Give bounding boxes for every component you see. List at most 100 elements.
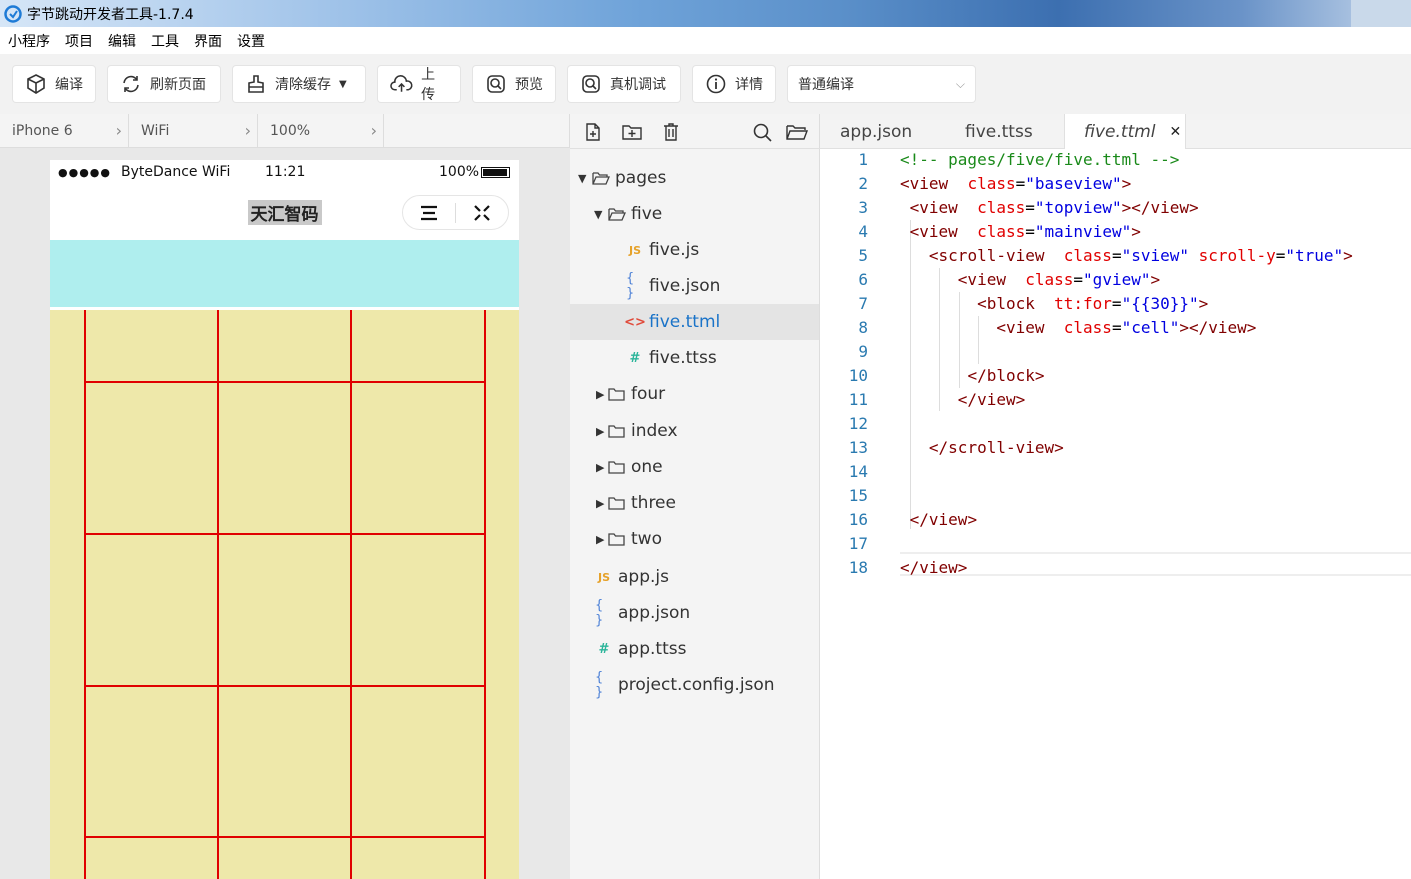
grid-line-horizontal [84,685,486,687]
code-token: class [977,198,1026,217]
code-token: = [1111,318,1122,337]
menu-settings[interactable]: 设置 [237,31,265,51]
tree-file-five-js[interactable]: JS five.js [570,232,819,268]
code-token: > [1121,174,1132,193]
tree-file-app-ttss[interactable]: # app.ttss [570,631,819,667]
details-button[interactable]: 详情 [693,66,775,102]
more-menu-button[interactable] [403,196,455,229]
code-line[interactable]: 8 <view class="cell"></view> [820,316,1411,340]
code-token: </view> [900,558,968,577]
code-line[interactable]: 14 [820,460,1411,484]
tree-file-app-js[interactable]: JS app.js [570,559,819,595]
js-file-icon: JS [628,243,641,257]
chevron-right-icon: › [370,121,377,140]
menu-miniprogram[interactable]: 小程序 [8,31,50,51]
trash-icon[interactable] [661,122,681,142]
tree-folder-pages[interactable]: ▼ pages [570,160,819,196]
refresh-page-button[interactable]: 刷新页面 [108,66,220,102]
tree-file-app-json[interactable]: { } app.json [570,595,819,631]
tree-label: one [631,457,663,477]
signal-dots: ●●●●● [58,165,111,179]
line-number: 16 [848,510,868,529]
tree-label: five [631,204,663,224]
file-explorer: ▼ pages ▼ five JS five.js { } five.json … [570,114,820,879]
code-line[interactable]: 17 [820,532,1411,556]
tree-file-five-ttss[interactable]: # five.ttss [570,340,819,376]
code-line[interactable]: 13 </scroll-view> [820,436,1411,460]
tree-file-five-json[interactable]: { } five.json [570,268,819,304]
tree-folder-two[interactable]: ▶ two [570,521,819,557]
code-line[interactable]: 1 <!-- pages/five/five.ttml --> [820,148,1411,172]
new-folder-icon[interactable] [621,122,643,142]
new-file-icon[interactable] [583,122,603,142]
tab-five-ttml[interactable]: five.ttml ✕ [1064,114,1186,149]
zoom-select[interactable]: 100% › [258,113,384,148]
code-token: "topview" [1034,198,1122,217]
code-line[interactable]: 6 <view class="gview"> [820,268,1411,292]
mainview-grid[interactable] [50,310,519,879]
menu-project[interactable]: 项目 [65,31,93,51]
code-line[interactable]: 11 </view> [820,388,1411,412]
menu-edit[interactable]: 编辑 [108,31,136,51]
code-line[interactable]: 2 <view class="baseview"> [820,172,1411,196]
zoom-value: 100% [270,122,311,139]
line-source: <scroll-view class="sview" scroll-y="tru… [900,244,1353,268]
app-logo-icon [4,4,22,23]
caret-right-icon: ▶ [596,387,605,401]
grid-line-horizontal [84,381,486,383]
tab-five-ttss[interactable]: five.ttss [965,114,1033,149]
code-token: = [1025,198,1035,217]
network-select[interactable]: WiFi › [129,113,258,148]
menu-tools[interactable]: 工具 [151,31,179,51]
code-line[interactable]: 5 <scroll-view class="sview" scroll-y="t… [820,244,1411,268]
code-line[interactable]: 4 <view class="mainview"> [820,220,1411,244]
menu-view[interactable]: 界面 [194,31,222,51]
tree-file-five-ttml[interactable]: <> five.ttml [570,304,819,340]
code-line[interactable]: 12 [820,412,1411,436]
code-line[interactable]: 7 <block tt:for="{{30}}"> [820,292,1411,316]
code-line[interactable]: 10 </block> [820,364,1411,388]
code-line[interactable]: 15 [820,484,1411,508]
line-number: 5 [858,246,868,265]
compile-button[interactable]: 编译 [13,66,95,102]
code-line[interactable]: 18 </view> [820,556,1411,580]
tab-app-json[interactable]: app.json [840,114,912,149]
code-token: "true" [1285,246,1344,265]
line-number: 6 [858,270,868,289]
code-editor: app.json five.ttss five.ttml ✕ 1 <!-- pag… [820,114,1411,879]
code-line[interactable]: 3 <view class="topview"></view> [820,196,1411,220]
preview-button[interactable]: 预览 [473,66,555,102]
clear-cache-button[interactable]: 清除缓存 ▼ [233,66,365,102]
upload-button[interactable]: 上传 [378,66,460,103]
code-token: = [1111,246,1122,265]
compile-mode-select[interactable]: 普通编译 ⌵ [788,66,975,102]
tree-folder-one[interactable]: ▶ one [570,449,819,485]
code-token: class [1025,270,1074,289]
open-folder-icon[interactable] [785,122,809,142]
device-select[interactable]: iPhone 6 › [0,113,129,148]
tree-folder-index[interactable]: ▶ index [570,413,819,449]
tree-folder-five[interactable]: ▼ five [570,196,819,232]
caret-down-icon: ▼ [578,171,587,185]
code-token: "mainview" [1034,222,1132,241]
tree-folder-four[interactable]: ▶ four [570,376,819,412]
code-token: "{{30}}" [1121,294,1199,313]
line-source: <view class="baseview"> [900,172,1131,196]
tree-file-project-config[interactable]: { } project.config.json [570,667,819,703]
close-miniprogram-button[interactable] [456,196,508,229]
code-line[interactable]: 9 [820,340,1411,364]
close-icon[interactable]: ✕ [1170,124,1182,140]
style-file-icon: # [598,641,610,657]
folder-icon [608,531,626,547]
code-line[interactable]: 16 </view> [820,508,1411,532]
tree-folder-three[interactable]: ▶ three [570,485,819,521]
tree-label: three [631,493,676,513]
code-token: class [977,222,1026,241]
tab-label: five.ttss [965,121,1033,142]
remote-debug-button[interactable]: 真机调试 [568,66,680,102]
search-icon[interactable] [752,122,774,142]
window-controls[interactable] [1351,0,1411,27]
